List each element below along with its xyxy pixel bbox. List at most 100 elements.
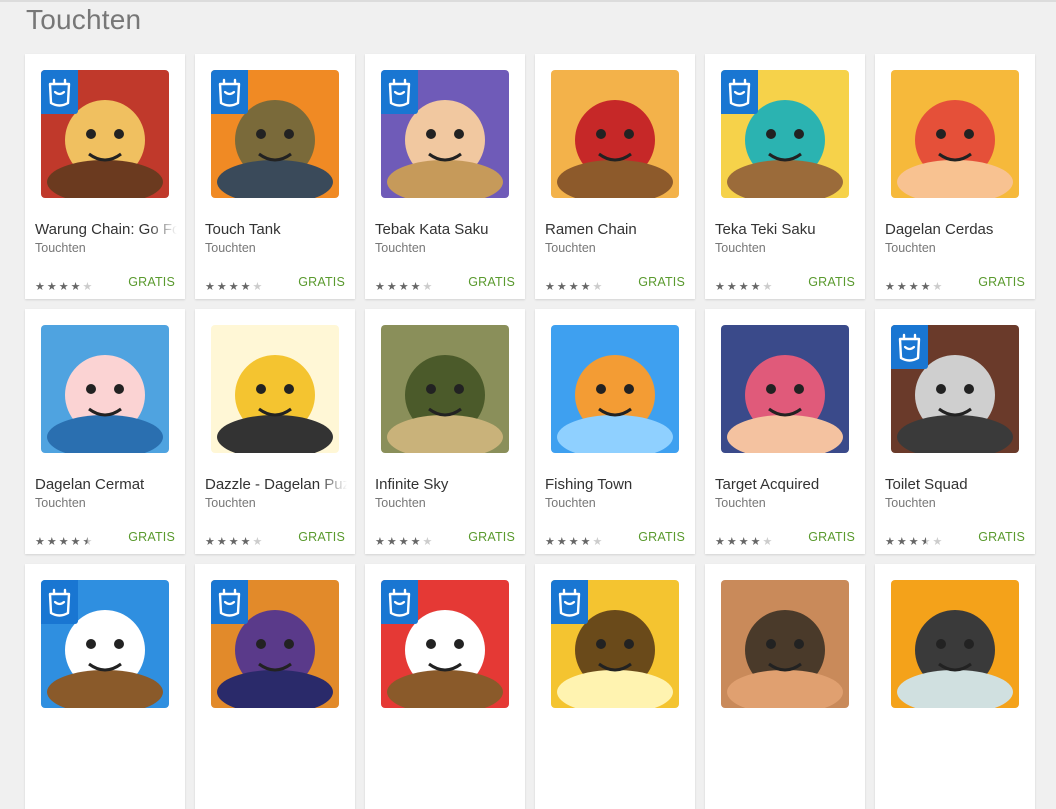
star-icon: ★	[58, 536, 69, 548]
price-button[interactable]: GRATIS	[808, 530, 855, 544]
star-icon: ★	[556, 281, 567, 293]
infinite-sky-icon[interactable]	[381, 325, 509, 453]
star-icon: ★	[216, 536, 227, 548]
star-icon: ★	[216, 281, 227, 293]
target-acquired-icon[interactable]	[721, 325, 849, 453]
app-card[interactable]	[195, 564, 355, 809]
app-card[interactable]	[365, 564, 525, 809]
app-developer[interactable]: Touchten	[545, 496, 596, 510]
price-button[interactable]: GRATIS	[638, 275, 685, 289]
star-icon: ★	[35, 536, 45, 548]
app-card[interactable]	[535, 564, 695, 809]
price-button[interactable]: GRATIS	[468, 530, 515, 544]
app-title[interactable]: Warung Chain: Go Food	[35, 221, 177, 241]
app-developer[interactable]: Touchten	[885, 496, 936, 510]
star-rating: ★ ★ ★ ★ ★	[545, 277, 604, 293]
app-card[interactable]: Infinite Sky Touchten ★ ★ ★ ★ ★ GRATIS	[365, 309, 525, 554]
star-icon: ★	[568, 536, 579, 548]
family-badge-icon	[381, 580, 418, 624]
star-icon: ★	[82, 281, 93, 293]
price-button[interactable]: GRATIS	[298, 530, 345, 544]
app-card[interactable]: Toilet Squad Touchten ★ ★ ★ ★ ★ GRATIS	[875, 309, 1035, 554]
star-icon: ★	[568, 281, 579, 293]
family-badge-icon	[211, 70, 248, 114]
app-developer[interactable]: Touchten	[35, 496, 86, 510]
app-title[interactable]: Dazzle - Dagelan Puzzle	[205, 476, 347, 496]
star-icon: ★	[386, 281, 397, 293]
price-button[interactable]: GRATIS	[978, 530, 1025, 544]
app-title[interactable]: Tebak Kata Saku	[375, 221, 517, 241]
app-title[interactable]: Touch Tank	[205, 221, 347, 241]
app-title[interactable]: Infinite Sky	[375, 476, 517, 496]
price-button[interactable]: GRATIS	[128, 275, 175, 289]
star-icon: ★	[726, 281, 737, 293]
app-title[interactable]: Toilet Squad	[885, 476, 1027, 496]
star-icon: ★	[386, 536, 397, 548]
app-card[interactable]	[705, 564, 865, 809]
app-developer[interactable]: Touchten	[545, 241, 596, 255]
star-icon: ★	[252, 536, 263, 548]
price-button[interactable]: GRATIS	[808, 275, 855, 289]
star-icon: ★	[228, 536, 239, 548]
star-rating: ★ ★ ★ ★ ★	[375, 532, 434, 548]
app-developer[interactable]: Touchten	[205, 241, 256, 255]
price-button[interactable]: GRATIS	[128, 530, 175, 544]
price-button[interactable]: GRATIS	[638, 530, 685, 544]
app-developer[interactable]: Touchten	[715, 241, 766, 255]
price-button[interactable]: GRATIS	[468, 275, 515, 289]
app-developer[interactable]: Touchten	[715, 496, 766, 510]
star-rating: ★ ★ ★ ★ ★	[205, 532, 264, 548]
app-developer[interactable]: Touchten	[885, 241, 936, 255]
app-card[interactable]: Dazzle - Dagelan PuzzleTouchten★★★★★GRAT…	[195, 309, 355, 554]
dazzle-icon[interactable]	[211, 325, 339, 453]
app-title[interactable]: Dagelan Cerdas	[885, 221, 1027, 241]
star-icon: ★	[920, 536, 931, 548]
star-icon: ★	[205, 536, 215, 548]
app-card[interactable]: Touch Tank Touchten ★ ★ ★ ★ ★ GRATIS	[195, 54, 355, 299]
star-icon: ★	[240, 281, 251, 293]
app-card[interactable]: Warung Chain: Go FoodTouchten★★★★★GRATIS	[25, 54, 185, 299]
star-icon: ★	[422, 536, 433, 548]
ramen-chain-icon[interactable]	[551, 70, 679, 198]
app-developer[interactable]: Touchten	[35, 241, 86, 255]
fishing-town-icon[interactable]	[551, 325, 679, 453]
app-developer[interactable]: Touchten	[205, 496, 256, 510]
app-card[interactable]: Target Acquired Touchten ★ ★ ★ ★ ★ GRATIS	[705, 309, 865, 554]
app-title[interactable]: Dagelan Cermat	[35, 476, 177, 496]
app-card[interactable]: Dagelan Cerdas Touchten ★ ★ ★ ★ ★ GRATIS	[875, 54, 1035, 299]
app-title[interactable]: Ramen Chain	[545, 221, 687, 241]
family-badge-icon	[721, 70, 758, 114]
star-rating: ★ ★ ★ ★ ★	[205, 277, 264, 293]
app-developer[interactable]: Touchten	[375, 241, 426, 255]
star-icon: ★	[82, 536, 93, 548]
app-card[interactable]: Tebak Kata Saku Touchten ★ ★ ★ ★ ★ GRATIS	[365, 54, 525, 299]
app-icon-18[interactable]	[891, 580, 1019, 708]
star-icon: ★	[46, 536, 57, 548]
star-icon: ★	[726, 536, 737, 548]
star-icon: ★	[715, 281, 725, 293]
app-grid: Warung Chain: Go FoodTouchten★★★★★GRATIS…	[25, 54, 1045, 809]
app-developer[interactable]: Touchten	[375, 496, 426, 510]
app-card[interactable]: Teka Teki Saku Touchten ★ ★ ★ ★ ★ GRATIS	[705, 54, 865, 299]
app-card[interactable]: Ramen Chain Touchten ★ ★ ★ ★ ★ GRATIS	[535, 54, 695, 299]
app-title[interactable]: Teka Teki Saku	[715, 221, 857, 241]
price-button[interactable]: GRATIS	[298, 275, 345, 289]
star-icon: ★	[896, 281, 907, 293]
dagelan-cermat-icon[interactable]	[41, 325, 169, 453]
dagelan-cerdas-icon[interactable]	[891, 70, 1019, 198]
star-icon: ★	[580, 281, 591, 293]
star-icon: ★	[896, 536, 907, 548]
app-card[interactable]	[25, 564, 185, 809]
app-card[interactable]	[875, 564, 1035, 809]
app-icon-17[interactable]	[721, 580, 849, 708]
price-button[interactable]: GRATIS	[978, 275, 1025, 289]
app-card[interactable]: Dagelan Cermat Touchten ★ ★ ★ ★ ★ GRATIS	[25, 309, 185, 554]
app-card[interactable]: Fishing Town Touchten ★ ★ ★ ★ ★ GRATIS	[535, 309, 695, 554]
family-badge-icon	[211, 580, 248, 624]
star-rating: ★ ★ ★ ★ ★	[545, 532, 604, 548]
app-title[interactable]: Fishing Town	[545, 476, 687, 496]
star-icon: ★	[240, 536, 251, 548]
star-rating: ★ ★ ★ ★ ★	[885, 277, 944, 293]
app-title[interactable]: Target Acquired	[715, 476, 857, 496]
star-icon: ★	[556, 536, 567, 548]
